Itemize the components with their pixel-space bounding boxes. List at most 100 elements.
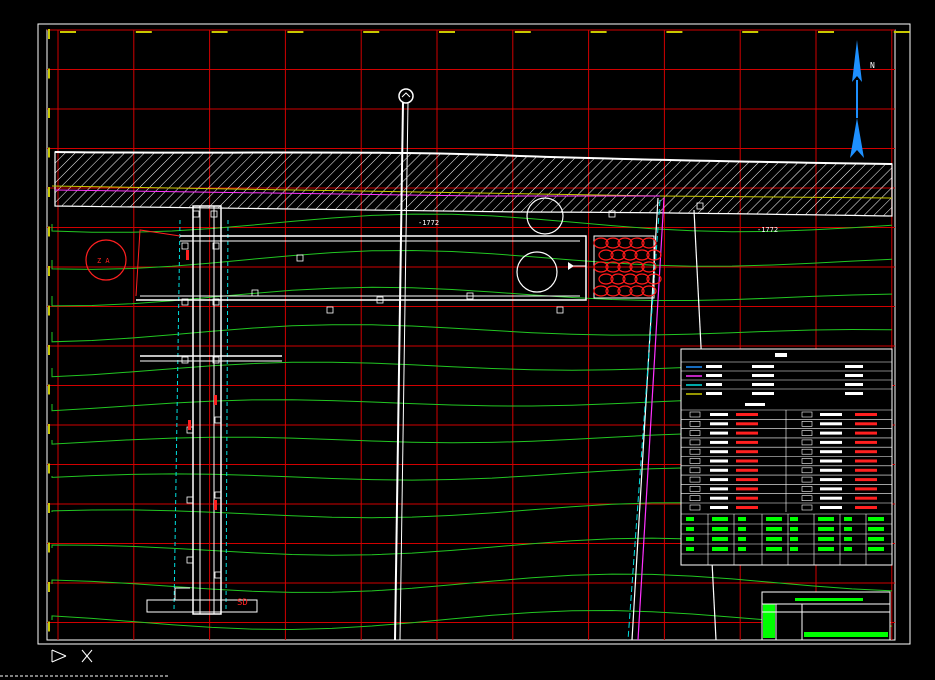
legend-green-block (712, 547, 728, 551)
legend-code-block (855, 478, 877, 482)
legend-text-block (820, 468, 842, 472)
legend-green-block (868, 517, 884, 521)
legend-green-block (790, 547, 798, 551)
grid-left-label (48, 345, 50, 355)
legend-green-block (790, 527, 798, 531)
legend-green-block (818, 527, 834, 531)
legend-text-block (820, 422, 842, 426)
grid-left-label (48, 266, 50, 276)
legend-green-block (844, 527, 852, 531)
cad-drawing-canvas[interactable]: N SD Z A -1772 -1772 (0, 0, 935, 680)
canvas-background (0, 0, 935, 680)
red-marker (214, 500, 217, 510)
legend-code-block (855, 440, 877, 444)
legend-code-block (855, 413, 877, 416)
legend-text-block (710, 496, 728, 500)
legend-code-block (855, 431, 877, 435)
legend-green-block (868, 527, 884, 531)
grid-top-label (514, 31, 531, 33)
grid-top-label (742, 31, 759, 33)
legend-code-block (855, 487, 877, 491)
title-block (761, 591, 891, 641)
legend-green-block (712, 517, 728, 521)
legend-text-block (706, 392, 722, 395)
grid-top-label (60, 31, 76, 33)
legend-text-block (820, 459, 842, 463)
grid-left-label (48, 147, 50, 158)
grid-left-label (48, 503, 50, 513)
svg-text:-1772: -1772 (418, 219, 439, 227)
grid-left-label (48, 226, 50, 237)
legend-text-block (845, 392, 863, 395)
legend-subtitle-block (745, 403, 765, 406)
legend-code-block (736, 506, 758, 509)
legend-text-block (706, 383, 722, 386)
grid-left-label (48, 424, 50, 434)
legend-text-block (710, 431, 728, 435)
legend-text-block (710, 487, 728, 491)
legend-green-block (766, 537, 782, 541)
svg-text:-1772: -1772 (757, 226, 778, 234)
legend-green-block (712, 527, 728, 531)
legend-code-block (736, 440, 758, 444)
legend-code-block (736, 459, 758, 463)
legend-text-block (710, 459, 728, 463)
legend-green-block (766, 547, 782, 551)
legend-text-block (820, 413, 842, 416)
legend-text-block (710, 440, 728, 444)
legend-code-block (855, 496, 877, 500)
legend-green-block (738, 517, 746, 521)
grid-left-label (48, 542, 50, 553)
legend-text-block (710, 468, 728, 472)
legend-green-block (818, 537, 834, 541)
svg-text:SD: SD (237, 598, 248, 608)
red-marker (186, 250, 189, 260)
grid-top-label (363, 31, 380, 33)
legend-text-block (710, 422, 728, 426)
grid-left-label (48, 29, 50, 39)
legend-green-block (712, 537, 728, 541)
legend-code-block (736, 413, 758, 416)
legend-table (680, 348, 893, 566)
legend-code-block (736, 478, 758, 482)
legend-text-block (820, 440, 842, 444)
legend-title-block (775, 353, 787, 357)
grid-top-label (590, 31, 607, 33)
legend-text-block (752, 374, 774, 377)
legend-code-block (736, 468, 758, 472)
legend-text-block (752, 383, 774, 386)
legend-text-block (820, 450, 842, 454)
legend-green-block (818, 547, 834, 551)
legend-green-block (686, 547, 694, 551)
legend-code-block (736, 496, 758, 500)
legend-text-block (752, 392, 774, 395)
legend-code-block (736, 487, 758, 491)
legend-text-block (710, 478, 728, 482)
legend-text-block (752, 365, 774, 368)
grid-top-label (287, 31, 304, 33)
legend-green-block (844, 547, 852, 551)
legend-green-block (738, 547, 746, 551)
legend-text-block (845, 365, 863, 368)
grid-top-label (666, 31, 683, 33)
legend-text-block (845, 374, 863, 377)
legend-green-block (686, 527, 694, 531)
legend-code-block (736, 450, 758, 454)
legend-code-block (736, 422, 758, 426)
legend-green-block (738, 527, 746, 531)
grid-left-label (48, 582, 50, 592)
grid-left-label (48, 305, 50, 316)
legend-green-block (868, 547, 884, 551)
elevation-tag-1: -1772 (418, 219, 439, 227)
grid-top-label (818, 31, 834, 33)
grid-top-label (439, 31, 455, 33)
legend-code-block (855, 506, 877, 509)
svg-text:Z A: Z A (97, 257, 110, 265)
legend-text-block (820, 496, 842, 500)
legend-green-block (738, 537, 746, 541)
grid-left-label (48, 463, 50, 474)
red-marker (188, 420, 191, 430)
legend-green-block (844, 537, 852, 541)
red-marker (214, 395, 217, 405)
grid-left-label (48, 621, 50, 632)
